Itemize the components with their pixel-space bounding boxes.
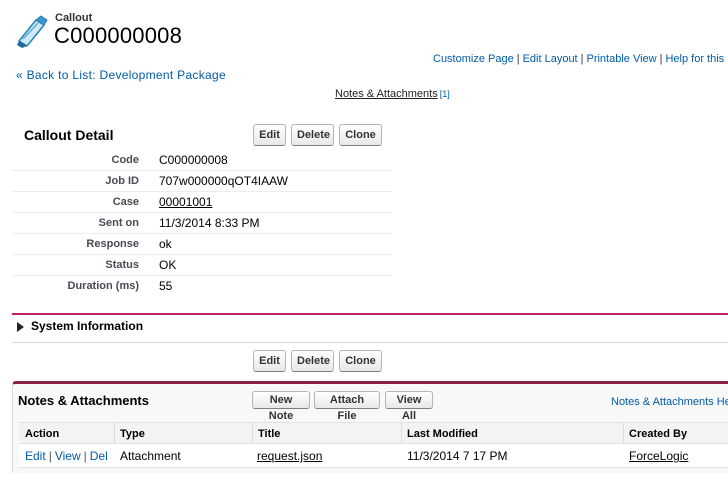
view-all-button[interactable]: View All [385,391,433,422]
link-separator: | [516,53,520,65]
edit-action-link[interactable]: Edit [25,449,46,463]
expand-triangle-icon[interactable] [17,322,24,332]
clone-button[interactable]: Clone [339,124,382,146]
delete-button[interactable]: Delete [291,124,334,146]
column-header-created-by: Created By [629,428,688,440]
delete-action-link[interactable]: Del [90,449,108,463]
back-to-list-link[interactable]: « Back to List: Development Package [16,68,226,82]
section-divider [12,313,728,315]
field-label: Job ID [105,175,139,187]
edit-layout-link[interactable]: Edit Layout [523,53,578,65]
column-separator [114,423,115,445]
attachment-title-link[interactable]: request.json [257,449,322,463]
clone-button-bottom[interactable]: Clone [339,350,382,372]
field-row-response: Response ok [12,234,392,255]
related-list-hover-link[interactable]: Notes & Attachments [1] [335,88,450,100]
related-list-link-label[interactable]: Notes & Attachments [335,88,438,100]
field-value: 707w000000qOT4IAAW [159,174,288,188]
column-separator [252,423,253,445]
related-list-count: [1] [439,89,450,99]
detail-section-title: Callout Detail [24,127,114,143]
page-links: Customize Page | Edit Layout | Printable Vie… [433,53,728,65]
page-title: C000000008 [54,23,183,48]
action-separator: | [48,449,52,463]
field-row-status: Status OK [12,255,392,276]
field-value: OK [159,258,177,272]
callout-record-icon [16,15,48,49]
field-row-code: Code C000000008 [12,150,392,171]
link-separator: | [659,53,663,65]
field-value: ok [159,237,172,251]
column-separator [401,423,402,445]
field-label: Sent on [98,217,139,229]
field-row-duration: Duration (ms) 55 [12,276,392,297]
customize-page-link[interactable]: Customize Page [433,53,514,65]
row-actions: Edit | View | Del [25,449,108,463]
link-separator: | [580,53,584,65]
field-label: Response [86,238,139,250]
field-row-job-id: Job ID 707w000000qOT4IAAW [12,171,392,192]
view-action-link[interactable]: View [55,449,81,463]
new-note-button[interactable]: New Note [252,391,310,422]
column-separator [623,423,624,445]
table-row: Edit | View | Del Attachment request.json 11… [19,444,728,468]
delete-button-bottom[interactable]: Delete [291,350,334,372]
edit-button-bottom[interactable]: Edit [253,350,286,372]
field-label: Case [112,196,139,208]
case-link[interactable]: 00001001 [159,195,212,209]
table-header: Action Type Title Last Modified Created … [19,422,728,445]
column-header-action: Action [25,428,60,440]
field-row-sent-on: Sent on 11/3/2014 8:33 PM [12,213,392,234]
field-value: 11/3/2014 8:33 PM [159,216,260,230]
column-header-title: Title [258,428,281,440]
system-information-toggle[interactable]: System Information [31,319,143,333]
help-page-link[interactable]: Help for this Pa [665,53,728,65]
section-divider [12,342,728,343]
related-list-title: Notes & Attachments [18,393,149,408]
field-label: Duration (ms) [67,280,140,292]
attachment-type: Attachment [120,449,181,463]
created-by-link[interactable]: ForceLogic [629,449,688,463]
related-list-help-link[interactable]: Notes & Attachments He [611,396,728,408]
field-label: Code [111,154,140,166]
field-value: 55 [159,279,173,293]
attachment-last-modified: 11/3/2014 7 17 PM [407,449,508,463]
action-separator: | [83,449,87,463]
field-row-case: Case 00001001 [12,192,392,213]
field-value: C000000008 [159,153,228,167]
field-label: Status [105,259,139,271]
printable-view-link[interactable]: Printable View [586,53,656,65]
column-header-type: Type [120,428,145,440]
edit-button[interactable]: Edit [253,124,286,146]
attach-file-button[interactable]: Attach File [314,391,380,422]
column-header-last-modified: Last Modified [407,428,478,440]
detail-fields: Code C000000008 Job ID 707w000000qOT4IAA… [12,150,392,297]
attachments-table: Action Type Title Last Modified Created … [19,422,728,468]
